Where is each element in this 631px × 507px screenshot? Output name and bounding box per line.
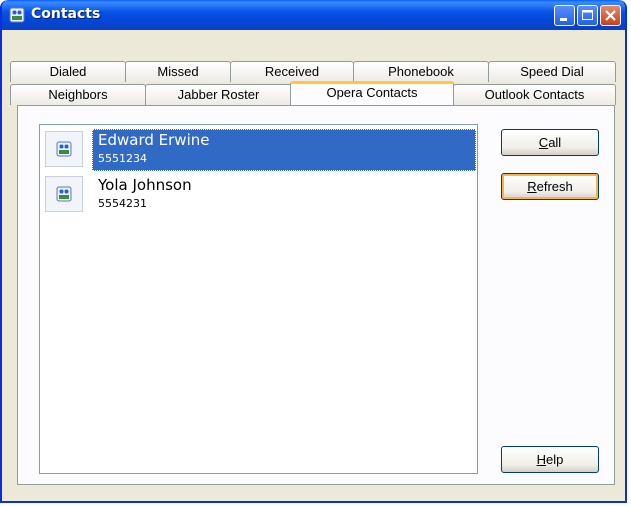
tab-received[interactable]: Received [230, 61, 354, 82]
window-title: Contacts [31, 6, 101, 22]
tab-phonebook[interactable]: Phonebook [353, 61, 489, 82]
tab-jabber-roster[interactable]: Jabber Roster [145, 84, 292, 105]
contact-card-icon [56, 141, 72, 157]
contact-number: 5554231 [98, 197, 147, 210]
contact-card-icon [56, 186, 72, 202]
maximize-icon [582, 10, 593, 20]
tab-speed-dial[interactable]: Speed Dial [488, 61, 616, 82]
title-bar[interactable]: Contacts [2, 0, 625, 30]
close-icon [605, 10, 616, 21]
contact-name: Yola Johnson [98, 176, 192, 194]
contacts-icon [9, 7, 25, 23]
close-button[interactable] [600, 5, 621, 26]
refresh-button[interactable]: Refresh [501, 173, 599, 200]
minimize-button[interactable] [554, 5, 575, 26]
contacts-window: Contacts Dialed Missed Received Phoneboo… [0, 0, 627, 503]
list-item[interactable]: Yola Johnson 5554231 [42, 172, 475, 217]
tab-dialed[interactable]: Dialed [10, 61, 126, 82]
tab-neighbors[interactable]: Neighbors [10, 84, 146, 105]
tab-missed[interactable]: Missed [125, 61, 231, 82]
list-item[interactable]: Edward Erwine 5551234 [42, 127, 476, 172]
help-button[interactable]: Help [501, 446, 599, 473]
contacts-list[interactable]: Edward Erwine 5551234 Yola Johnson 55542… [39, 124, 478, 474]
contact-name: Edward Erwine [98, 131, 210, 149]
call-button[interactable]: Call [501, 129, 599, 156]
contact-number: 5551234 [98, 152, 147, 165]
contact-avatar [45, 131, 83, 167]
contact-avatar [45, 176, 83, 212]
tab-outlook-contacts[interactable]: Outlook Contacts [453, 84, 616, 105]
maximize-button[interactable] [577, 5, 598, 26]
minimize-icon [560, 18, 567, 21]
tab-opera-contacts[interactable]: Opera Contacts [290, 81, 454, 105]
